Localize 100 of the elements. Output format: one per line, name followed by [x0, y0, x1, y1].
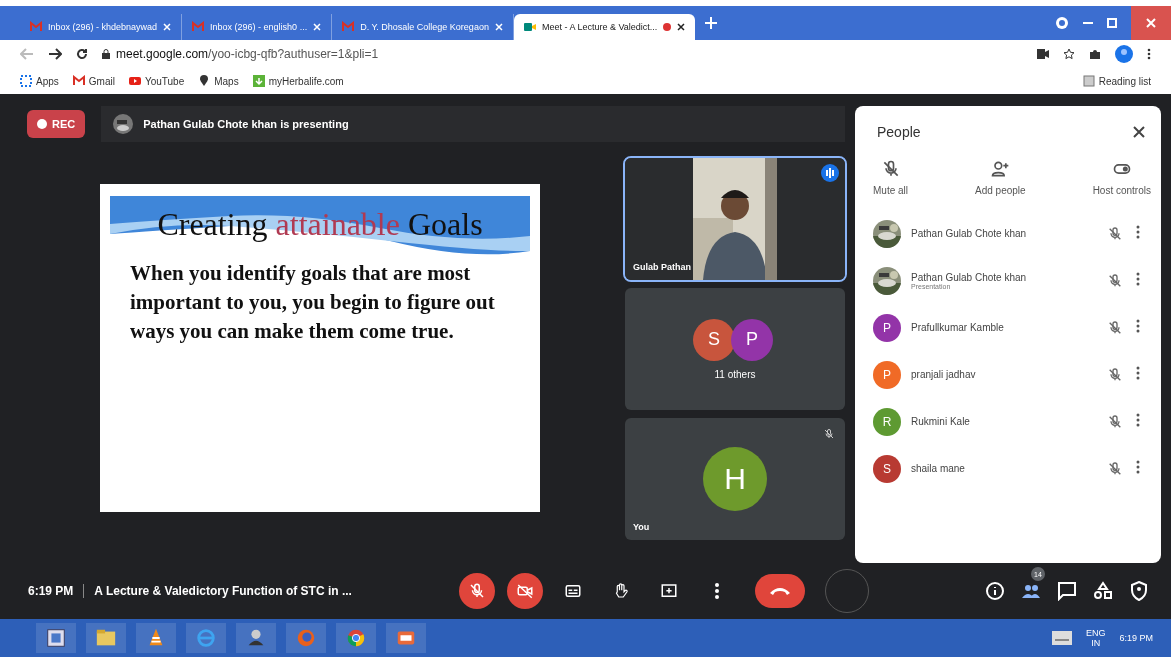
activities-button[interactable] [1093, 581, 1113, 601]
participant-row[interactable]: P pranjali jadhav [855, 351, 1161, 398]
more-icon [1136, 460, 1140, 474]
taskbar-app[interactable] [236, 623, 276, 653]
pin-icon [198, 75, 211, 87]
info-button[interactable] [985, 581, 1005, 601]
participant-row[interactable]: S shaila mane [855, 445, 1161, 492]
bookmark[interactable]: YouTube [128, 75, 185, 87]
mic-off-icon [1107, 413, 1123, 430]
restore-icon[interactable] [1107, 18, 1117, 28]
browser-tab[interactable]: Inbox (296) - english0 ... [182, 14, 333, 40]
list-icon [1082, 75, 1095, 87]
participant-name: shaila mane [911, 463, 966, 474]
tab-title: Inbox (296) - khdebnaywad [48, 22, 158, 32]
mic-off-icon [1107, 272, 1123, 289]
shield-button[interactable] [1129, 581, 1149, 601]
close-icon[interactable] [677, 23, 686, 31]
browser-tab[interactable]: D. Y. Dhosale College Koregaon [332, 14, 514, 40]
camera-button[interactable] [507, 573, 544, 609]
others-count: 11 others [714, 368, 756, 380]
profile-icon[interactable] [1115, 45, 1133, 63]
participant-row[interactable]: P Prafullkumar Kamble [855, 304, 1161, 351]
shield-icon [1129, 581, 1149, 601]
mic-off-icon [1107, 460, 1123, 477]
captions-icon [564, 582, 583, 600]
participant-name: Pathan Gulab Chote khan [911, 228, 1028, 239]
chat-button[interactable] [1057, 581, 1077, 601]
star-icon[interactable] [1063, 48, 1075, 60]
present-icon [660, 582, 679, 600]
camera-icon[interactable] [1037, 49, 1049, 59]
browser-icon [345, 627, 367, 649]
recording-badge: REC [27, 110, 86, 138]
avatar: P [873, 313, 901, 342]
lock-icon [102, 49, 110, 59]
tab-title: D. Y. Dhosale College Koregaon [360, 22, 489, 32]
play-icon [128, 75, 141, 87]
more-icon [715, 583, 720, 599]
record-icon [1055, 16, 1069, 30]
tab-title: Inbox (296) - english0 ... [210, 22, 308, 32]
bookmark[interactable]: myHerbalife.com [252, 75, 344, 87]
avatar: H [703, 447, 767, 511]
participant-name: Pathan Gulab Chote khan [911, 271, 1028, 283]
url-text: meet.google.com/yoo-icbg-qfb?authuser=1&pli=1 [116, 47, 379, 61]
add-person-icon [990, 159, 1011, 179]
apps-icon [20, 75, 32, 87]
participant-name: Gulab Pathan [633, 262, 691, 272]
meeting-time: 6:19 PM [28, 584, 74, 598]
camera-off-icon [516, 582, 535, 600]
microphone-button[interactable] [459, 573, 496, 609]
panel-action[interactable]: Add people [975, 159, 1026, 196]
presenting-text: Pathan Gulab Chote khan is presenting [143, 118, 349, 130]
phone-icon [769, 586, 792, 596]
avatar: P [731, 318, 773, 361]
clock: 6:19 PM [1119, 633, 1153, 643]
reload-icon[interactable] [76, 48, 88, 60]
window-icon [45, 627, 67, 649]
panel-action[interactable]: Mute all [873, 159, 908, 196]
download-icon [252, 75, 265, 87]
new-tab-icon[interactable] [705, 17, 718, 29]
reading-list[interactable]: Reading list [1082, 75, 1151, 87]
participant-name: You [633, 522, 650, 532]
slide-text: When you identify goals that are most important to you, you begin to figure out ways you can make them come true. [130, 259, 496, 345]
chat-icon [1057, 581, 1077, 601]
browser-icon [295, 627, 317, 649]
close-icon [1146, 18, 1156, 28]
mic-off-icon [1107, 366, 1123, 383]
panel-action[interactable]: Host controls [1092, 159, 1151, 196]
meeting-title: A Lecture & Valedictory Function of STC in ... [94, 584, 353, 598]
participant-name: pranjali jadhav [911, 369, 977, 380]
bookmark[interactable]: Maps [198, 75, 239, 87]
more-icon [1136, 413, 1140, 427]
taskbar-app[interactable] [386, 623, 426, 653]
taskbar-app[interactable] [36, 623, 76, 653]
participant-name: Prafullkumar Kamble [911, 322, 1005, 333]
more-icon [1136, 225, 1140, 239]
address-field[interactable]: meet.google.com/yoo-icbg-qfb?authuser=1&pli=1 [102, 47, 1023, 61]
shapes-icon [1093, 581, 1113, 601]
participant-row[interactable]: Pathan Gulab Chote khan [855, 210, 1161, 257]
mail-icon [72, 75, 85, 87]
bookmark[interactable]: Apps [20, 75, 59, 87]
browser-tab[interactable]: Meet - A Lecture & Valedict... [513, 14, 696, 40]
browser-tab[interactable]: Inbox (296) - khdebnaywad [20, 14, 183, 40]
more-icon [1136, 272, 1140, 286]
keyboard-icon [1051, 631, 1072, 645]
region-code: IN [1091, 638, 1101, 648]
participant-name: Rukmini Kale [911, 416, 971, 427]
mic-off-icon [1107, 319, 1123, 336]
bookmark[interactable]: Gmail [72, 75, 115, 87]
mail-icon [30, 21, 42, 33]
more-icon [1136, 319, 1140, 333]
forward-icon[interactable] [48, 48, 62, 60]
avatar: P [873, 360, 901, 389]
more-icon[interactable] [1147, 48, 1151, 60]
participant-row[interactable]: R Rukmini Kale [855, 398, 1161, 445]
puzzle-icon[interactable] [1089, 48, 1101, 60]
mail-icon [342, 21, 355, 33]
avatar: S [873, 454, 901, 483]
avatar: S [693, 318, 735, 361]
end-call-button[interactable] [755, 574, 806, 608]
info-icon [985, 581, 1005, 601]
